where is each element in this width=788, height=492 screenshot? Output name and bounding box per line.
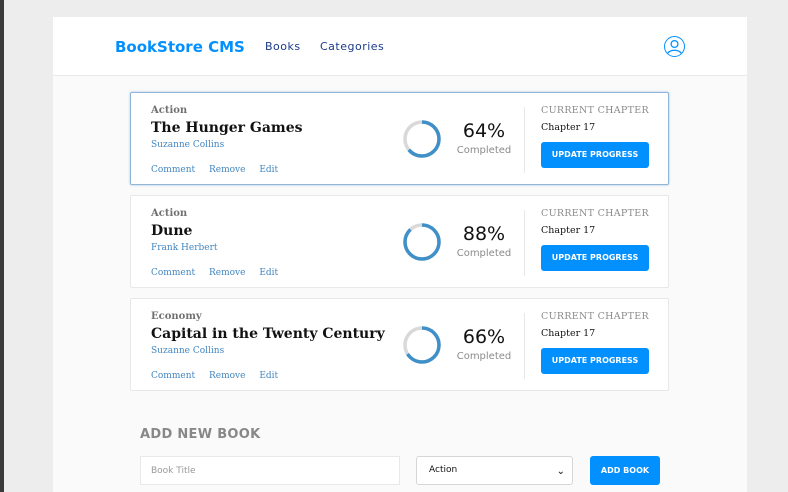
app-panel: BookStore CMS Books Categories Action Th… — [53, 17, 747, 492]
comment-link[interactable]: Comment — [151, 268, 195, 278]
nav-link-books[interactable]: Books — [265, 40, 301, 53]
book-actions: Comment Remove Edit — [151, 268, 289, 278]
user-profile-button[interactable] — [664, 36, 685, 57]
book-actions: Comment Remove Edit — [151, 165, 289, 175]
brand-logo-text[interactable]: BookStore CMS — [115, 38, 245, 56]
edit-link[interactable]: Edit — [259, 371, 278, 381]
book-title: Capital in the Twenty Century — [151, 326, 385, 342]
book-title-input[interactable] — [140, 456, 400, 485]
book-category: Economy — [151, 311, 202, 322]
remove-link[interactable]: Remove — [209, 268, 245, 278]
progress-completed-label: Completed — [456, 351, 512, 362]
progress-percent: 66% — [462, 326, 506, 348]
category-select[interactable]: Action ⌄ — [416, 456, 573, 485]
nav-link-categories[interactable]: Categories — [320, 40, 384, 53]
current-chapter-value: Chapter 17 — [541, 225, 596, 236]
card-divider — [524, 107, 525, 173]
add-book-heading: ADD NEW BOOK — [140, 427, 261, 442]
current-chapter-label: CURRENT CHAPTER — [541, 208, 649, 219]
book-card: Economy Capital in the Twenty Century Su… — [130, 298, 669, 391]
progress-ring — [403, 120, 441, 158]
progress-ring — [403, 223, 441, 261]
current-chapter-label: CURRENT CHAPTER — [541, 105, 649, 116]
remove-link[interactable]: Remove — [209, 371, 245, 381]
add-book-button[interactable]: ADD BOOK — [590, 456, 660, 485]
top-navbar: BookStore CMS Books Categories — [53, 17, 747, 76]
update-progress-button[interactable]: UPDATE PROGRESS — [541, 348, 649, 374]
book-author: Frank Herbert — [151, 243, 218, 253]
book-actions: Comment Remove Edit — [151, 371, 289, 381]
remove-link[interactable]: Remove — [209, 165, 245, 175]
progress-percent: 88% — [462, 223, 506, 245]
chevron-down-icon: ⌄ — [556, 466, 565, 477]
edit-link[interactable]: Edit — [259, 165, 278, 175]
book-card: Action The Hunger Games Suzanne Collins … — [130, 92, 669, 185]
progress-ring — [403, 326, 441, 364]
update-progress-button[interactable]: UPDATE PROGRESS — [541, 245, 649, 271]
user-circle-icon — [666, 39, 683, 55]
current-chapter-value: Chapter 17 — [541, 122, 596, 133]
book-category: Action — [151, 105, 188, 116]
comment-link[interactable]: Comment — [151, 165, 195, 175]
book-author: Suzanne Collins — [151, 346, 225, 356]
progress-percent: 64% — [462, 120, 506, 142]
current-chapter-label: CURRENT CHAPTER — [541, 311, 649, 322]
window-edge — [0, 0, 4, 492]
edit-link[interactable]: Edit — [259, 268, 278, 278]
book-card: Action Dune Frank Herbert Comment Remove… — [130, 195, 669, 288]
progress-completed-label: Completed — [456, 145, 512, 156]
book-author: Suzanne Collins — [151, 140, 225, 150]
card-divider — [524, 210, 525, 276]
card-divider — [524, 313, 525, 379]
comment-link[interactable]: Comment — [151, 371, 195, 381]
category-select-value: Action — [429, 465, 458, 475]
progress-completed-label: Completed — [456, 248, 512, 259]
book-category: Action — [151, 208, 188, 219]
book-title: The Hunger Games — [151, 120, 303, 136]
current-chapter-value: Chapter 17 — [541, 328, 596, 339]
update-progress-button[interactable]: UPDATE PROGRESS — [541, 142, 649, 168]
book-title: Dune — [151, 223, 193, 239]
